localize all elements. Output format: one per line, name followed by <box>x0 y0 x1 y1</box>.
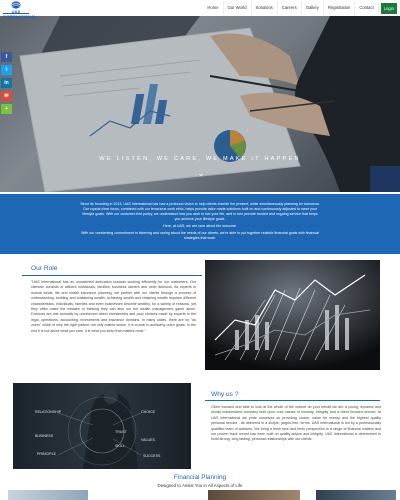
facebook-icon[interactable]: f <box>1 52 12 62</box>
main-menu: Home Our World Solutions Careers Gallery… <box>203 0 400 16</box>
planning-thumb[interactable] <box>316 490 396 500</box>
value-label: RELATIONSHIP <box>35 410 62 414</box>
top-nav: UAS INTERNATIONAL Home Our World Solutio… <box>0 0 400 19</box>
value-label: BUSINESS <box>35 434 54 438</box>
nav-contact[interactable]: Contact <box>355 1 379 15</box>
value-label: VALUES <box>141 438 156 442</box>
brand-logo[interactable]: UAS INTERNATIONAL <box>3 1 37 19</box>
value-label: SUCCESS <box>143 454 161 458</box>
finance-graph-image <box>205 260 380 370</box>
our-role-title: Our Role <box>31 265 58 272</box>
nav-gallery[interactable]: Gallery <box>302 1 324 15</box>
twitter-icon[interactable]: t <box>1 65 12 75</box>
nav-careers[interactable]: Careers <box>278 1 302 15</box>
logo-underline <box>3 13 29 14</box>
why-us-divider <box>205 400 380 401</box>
nav-solutions[interactable]: Solutions <box>252 1 278 15</box>
value-label: TRUST <box>115 430 128 434</box>
hero-banner: WE LISTEN, WE CARE, WE MAKE IT HAPPEN ⌄ <box>0 16 400 192</box>
email-icon[interactable]: ✉ <box>1 91 12 101</box>
value-label: CHOICE <box>141 410 156 414</box>
planning-thumb[interactable] <box>208 490 300 500</box>
financial-planning-title: Financial Planning <box>173 474 227 481</box>
share-icon[interactable]: + <box>1 104 12 114</box>
our-role-text: "UAS International has an unmatched dedi… <box>31 280 196 333</box>
why-us-title: Why us ? <box>211 391 239 398</box>
logo-text: UAS INTERNATIONAL <box>3 9 37 19</box>
social-sidebar: f t in ✉ + <box>1 52 12 117</box>
financial-planning-subtitle: Designed to Assist You in All Aspects of… <box>157 483 243 488</box>
nav-home[interactable]: Home <box>203 1 224 15</box>
intro-band: Since its founding in 2013, UAS Internat… <box>0 194 400 254</box>
value-label: PRINCIPLE <box>37 452 57 456</box>
linkedin-icon[interactable]: in <box>1 78 12 88</box>
nav-our-world[interactable]: Our World <box>224 1 252 15</box>
hero-overlay <box>0 16 400 192</box>
intro-paragraph-3: With our unrelenting commitment to liste… <box>81 231 319 240</box>
hero-tagline: WE LISTEN, WE CARE, WE MAKE IT HAPPEN <box>99 156 301 162</box>
intro-paragraph-1: Since its founding in 2013, UAS Internat… <box>80 202 320 221</box>
planning-thumb[interactable] <box>8 490 88 500</box>
values-image: RELATIONSHIP TRUST CHOICE BUSINESS VALUE… <box>13 383 191 469</box>
login-button[interactable]: Login <box>380 2 397 14</box>
globe-icon <box>11 1 21 9</box>
value-label: SKILL <box>115 444 125 448</box>
why-us-text: Client focused and able to look at the w… <box>211 405 381 442</box>
intro-paragraph-2: Here, at UAS, we are care about the outc… <box>163 224 237 228</box>
chevron-down-icon[interactable]: ⌄ <box>196 168 206 178</box>
our-role-divider <box>22 275 202 276</box>
planning-thumbnails <box>0 490 400 500</box>
nav-registration[interactable]: Registration <box>324 1 356 15</box>
